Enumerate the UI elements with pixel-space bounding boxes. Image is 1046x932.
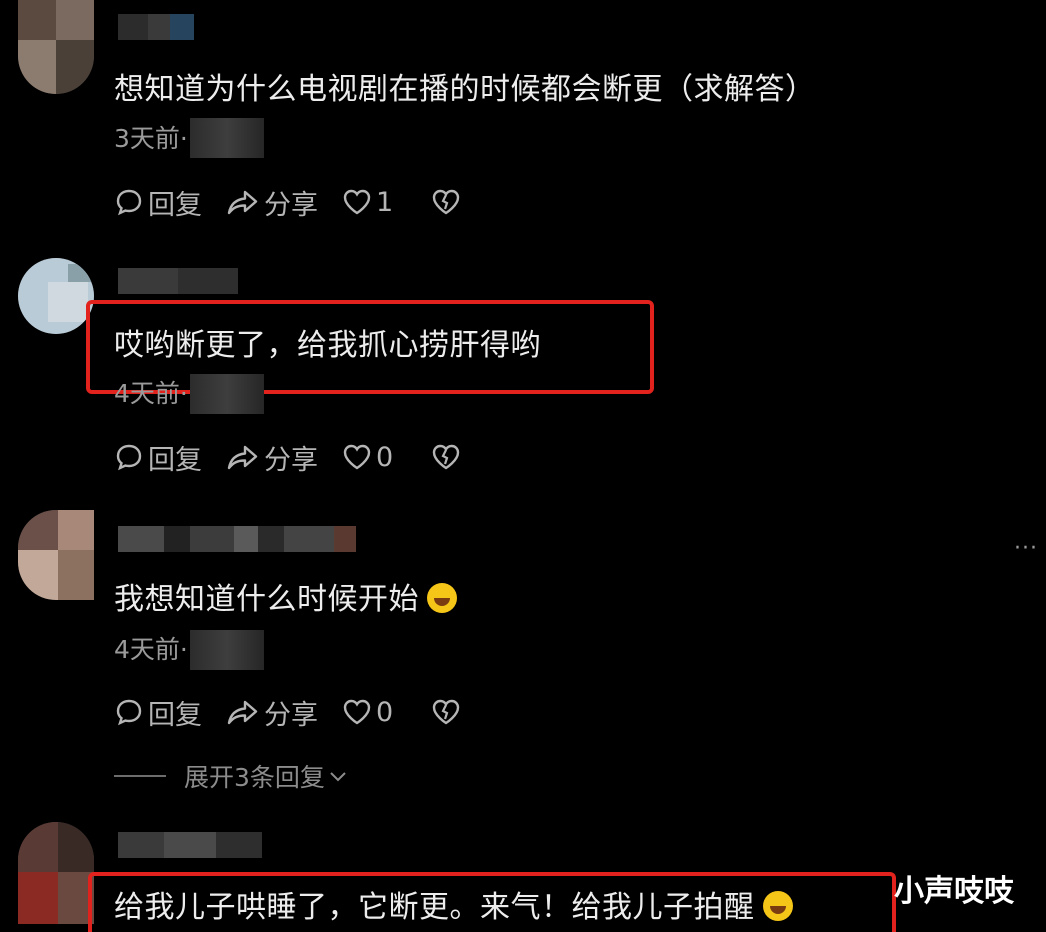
- location-blur: [190, 630, 264, 670]
- highlight-box: [88, 872, 896, 932]
- comment-icon: [116, 189, 142, 216]
- like-button[interactable]: 1: [342, 187, 393, 218]
- comment-text-content: 我想知道什么时候开始: [114, 582, 419, 617]
- username[interactable]: [118, 14, 194, 40]
- comment-time: 4天前·: [114, 379, 188, 408]
- comment-actions: 回复 分享 0: [114, 693, 485, 732]
- expand-replies-label: 展开3条回复: [184, 763, 325, 792]
- reply-label: 回复: [148, 444, 202, 476]
- dislike-button[interactable]: [431, 697, 461, 727]
- comment-text: 想知道为什么电视剧在播的时候都会断更（求解答）: [114, 72, 816, 107]
- like-count: 1: [376, 186, 394, 218]
- reply-label: 回复: [148, 699, 202, 731]
- share-label: 分享: [264, 444, 318, 476]
- comment-time: 3天前·: [114, 124, 188, 153]
- reply-button[interactable]: 回复: [114, 183, 202, 222]
- reply-label: 回复: [148, 189, 202, 221]
- heart-icon: [343, 699, 371, 725]
- username[interactable]: [118, 268, 238, 294]
- share-icon: [227, 445, 258, 470]
- watermark: 小声吱吱: [894, 874, 1014, 909]
- avatar[interactable]: [18, 0, 94, 94]
- like-button[interactable]: 0: [342, 697, 393, 728]
- comment-actions: 回复 分享 1: [114, 183, 485, 222]
- share-label: 分享: [264, 699, 318, 731]
- comment-icon: [116, 699, 142, 726]
- broken-heart-icon: [432, 189, 460, 215]
- chevron-down-icon: [330, 772, 346, 782]
- dislike-button[interactable]: [431, 442, 461, 472]
- comment-actions: 回复 分享 0: [114, 438, 485, 477]
- laughing-emoji-icon: [427, 583, 457, 613]
- expand-replies-button[interactable]: 展开3条回复: [114, 758, 349, 794]
- like-button[interactable]: 0: [342, 442, 393, 473]
- username[interactable]: [118, 526, 356, 552]
- avatar[interactable]: [18, 822, 94, 924]
- heart-icon: [343, 189, 371, 215]
- reply-button[interactable]: 回复: [114, 438, 202, 477]
- avatar[interactable]: [18, 258, 94, 334]
- share-icon: [227, 190, 258, 215]
- broken-heart-icon: [432, 699, 460, 725]
- heart-icon: [343, 444, 371, 470]
- comment-text: 我想知道什么时候开始: [114, 580, 457, 620]
- avatar[interactable]: [18, 510, 94, 600]
- more-options-icon[interactable]: ···: [1014, 536, 1038, 561]
- like-count: 0: [376, 696, 394, 728]
- comment-time: 4天前·: [114, 635, 188, 664]
- share-icon: [227, 700, 258, 725]
- like-count: 0: [376, 441, 394, 473]
- divider: [114, 775, 166, 777]
- dislike-button[interactable]: [431, 187, 461, 217]
- broken-heart-icon: [432, 444, 460, 470]
- location-blur: [190, 374, 264, 414]
- username[interactable]: [118, 832, 262, 858]
- comment-icon: [116, 444, 142, 471]
- reply-button[interactable]: 回复: [114, 693, 202, 732]
- share-button[interactable]: 分享: [226, 183, 318, 222]
- share-label: 分享: [264, 189, 318, 221]
- location-blur: [190, 118, 264, 158]
- share-button[interactable]: 分享: [226, 438, 318, 477]
- share-button[interactable]: 分享: [226, 693, 318, 732]
